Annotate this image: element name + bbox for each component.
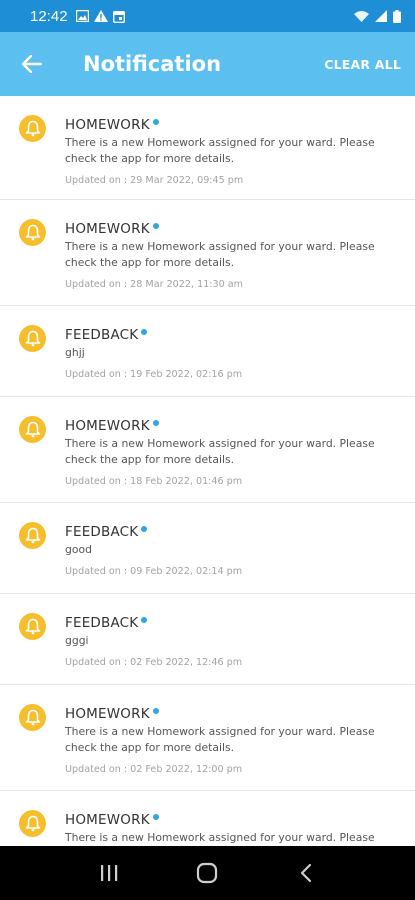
unread-dot bbox=[152, 119, 159, 125]
notification-message: There is a new Homework assigned for you… bbox=[65, 831, 375, 844]
notification-title-row: HOMEWORK bbox=[65, 812, 395, 828]
notification-message: There is a new Homework assigned for you… bbox=[65, 725, 375, 754]
status-bar: 12:42 bbox=[0, 0, 415, 32]
gallery-icon bbox=[75, 10, 89, 22]
notification-item[interactable]: FEEDBACK gggi Updated on : 02 Feb 2022, … bbox=[0, 594, 415, 685]
back-nav-button[interactable] bbox=[286, 853, 326, 893]
notification-item[interactable]: HOMEWORK There is a new Homework assigne… bbox=[0, 200, 415, 306]
notification-title-row: FEEDBACK bbox=[65, 327, 395, 343]
notification-content: HOMEWORK There is a new Homework assigne… bbox=[65, 418, 395, 487]
notification-title-row: HOMEWORK bbox=[65, 706, 395, 722]
notification-title-row: FEEDBACK bbox=[65, 524, 395, 540]
notification-title-row: FEEDBACK bbox=[65, 615, 395, 631]
recent-apps-button[interactable] bbox=[89, 853, 129, 893]
warning-icon bbox=[93, 10, 108, 22]
notification-content: HOMEWORK There is a new Homework assigne… bbox=[65, 221, 395, 290]
bell-icon bbox=[19, 115, 46, 142]
app-bar: Notification CLEAR ALL bbox=[0, 32, 415, 96]
notification-date: Updated on : 02 Feb 2022, 12:00 pm bbox=[65, 764, 243, 775]
status-notification-icons bbox=[75, 10, 125, 23]
notification-item[interactable]: FEEDBACK ghjj Updated on : 19 Feb 2022, … bbox=[0, 306, 415, 397]
arrow-left-icon bbox=[22, 55, 42, 73]
notification-content: HOMEWORK There is a new Homework assigne… bbox=[65, 117, 395, 186]
unread-dot bbox=[141, 526, 148, 532]
unread-dot bbox=[141, 329, 148, 335]
notification-item[interactable]: HOMEWORK There is a new Homework assigne… bbox=[0, 397, 415, 503]
notification-message: gggi bbox=[65, 634, 89, 647]
notification-message: There is a new Homework assigned for you… bbox=[65, 240, 375, 269]
notification-title: HOMEWORK bbox=[65, 812, 150, 828]
notification-title-row: HOMEWORK bbox=[65, 418, 395, 434]
notification-item[interactable]: HOMEWORK There is a new Homework assigne… bbox=[0, 685, 415, 791]
chevron-left-icon bbox=[300, 863, 311, 883]
notification-content: FEEDBACK gggi Updated on : 02 Feb 2022, … bbox=[65, 615, 395, 668]
home-icon bbox=[197, 862, 218, 884]
unread-dot bbox=[152, 814, 159, 820]
notification-content: FEEDBACK good Updated on : 09 Feb 2022, … bbox=[65, 524, 395, 577]
bell-icon bbox=[19, 810, 46, 837]
notification-date: Updated on : 18 Feb 2022, 01:46 pm bbox=[65, 476, 243, 487]
bell-icon bbox=[19, 416, 46, 443]
notification-date: Updated on : 28 Mar 2022, 11:30 am bbox=[65, 279, 244, 290]
notification-message: ghjj bbox=[65, 346, 85, 359]
notification-title: FEEDBACK bbox=[65, 524, 139, 540]
unread-dot bbox=[152, 223, 159, 229]
battery-icon bbox=[393, 9, 401, 23]
home-button[interactable] bbox=[187, 853, 227, 893]
notification-item[interactable]: HOMEWORK There is a new Homework assigne… bbox=[0, 96, 415, 200]
unread-dot bbox=[141, 617, 148, 623]
unread-dot bbox=[152, 708, 159, 714]
notification-date: Updated on : 09 Feb 2022, 02:14 pm bbox=[65, 566, 243, 577]
notification-date: Updated on : 02 Feb 2022, 12:46 pm bbox=[65, 657, 243, 668]
notification-message: There is a new Homework assigned for you… bbox=[65, 136, 375, 165]
notification-message: There is a new Homework assigned for you… bbox=[65, 437, 375, 466]
notification-list: HOMEWORK There is a new Homework assigne… bbox=[0, 96, 415, 846]
notification-content: HOMEWORK There is a new Homework assigne… bbox=[65, 706, 395, 775]
bell-icon bbox=[19, 219, 46, 246]
signal-icon bbox=[375, 10, 387, 22]
notification-title: HOMEWORK bbox=[65, 706, 150, 722]
notification-title: FEEDBACK bbox=[65, 327, 139, 343]
notification-title: HOMEWORK bbox=[65, 117, 150, 133]
notification-title: HOMEWORK bbox=[65, 221, 150, 237]
notification-message: good bbox=[65, 543, 92, 556]
calendar-icon bbox=[112, 10, 125, 23]
unread-dot bbox=[152, 420, 159, 426]
bell-icon bbox=[19, 613, 46, 640]
notification-date: Updated on : 29 Mar 2022, 09:45 pm bbox=[65, 175, 244, 186]
notification-date: Updated on : 19 Feb 2022, 02:16 pm bbox=[65, 369, 243, 380]
page-title: Notification bbox=[83, 52, 222, 76]
notification-item[interactable]: FEEDBACK good Updated on : 09 Feb 2022, … bbox=[0, 503, 415, 594]
clear-all-button[interactable]: CLEAR ALL bbox=[324, 57, 401, 72]
back-button[interactable] bbox=[0, 32, 64, 96]
bell-icon bbox=[19, 325, 46, 352]
wifi-icon bbox=[354, 11, 369, 22]
status-system-icons bbox=[354, 9, 401, 23]
recent-apps-icon bbox=[101, 865, 118, 881]
notification-title: HOMEWORK bbox=[65, 418, 150, 434]
bell-icon bbox=[19, 522, 46, 549]
notification-title: FEEDBACK bbox=[65, 615, 139, 631]
status-time: 12:42 bbox=[30, 7, 68, 25]
bell-icon bbox=[19, 704, 46, 731]
notification-title-row: HOMEWORK bbox=[65, 117, 395, 133]
notification-content: HOMEWORK There is a new Homework assigne… bbox=[65, 812, 395, 846]
notification-title-row: HOMEWORK bbox=[65, 221, 395, 237]
notification-content: FEEDBACK ghjj Updated on : 19 Feb 2022, … bbox=[65, 327, 395, 380]
notification-item[interactable]: HOMEWORK There is a new Homework assigne… bbox=[0, 791, 415, 846]
system-navigation-bar bbox=[0, 846, 415, 900]
